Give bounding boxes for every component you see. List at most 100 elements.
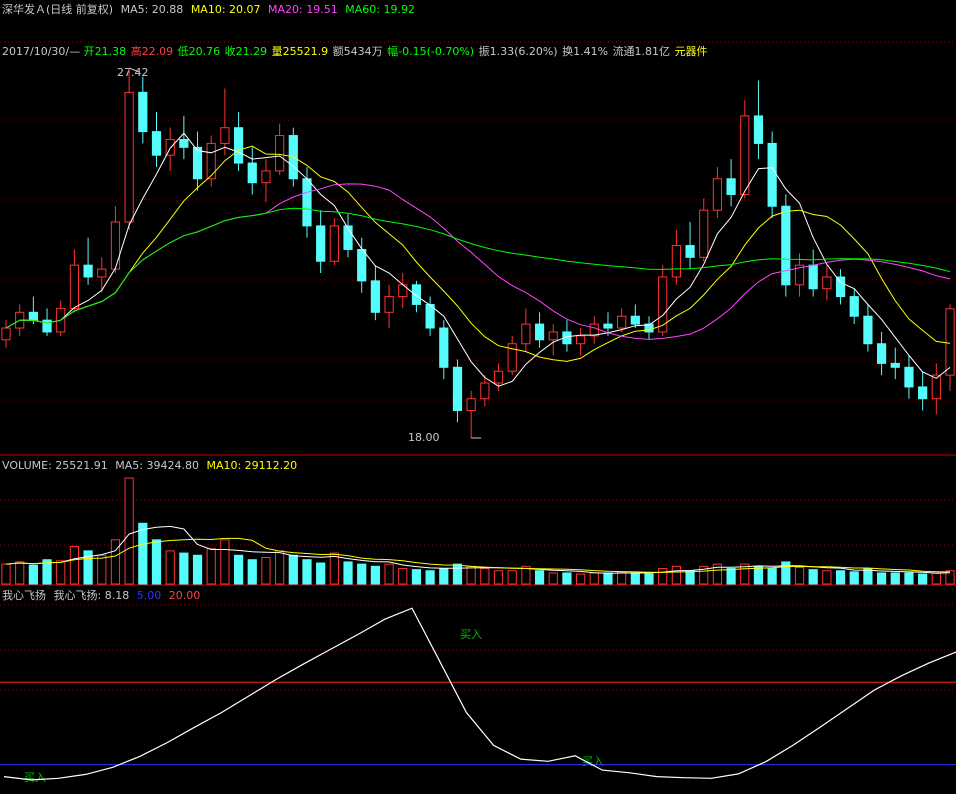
- candle-body: [452, 366, 463, 412]
- volume-bar: [343, 561, 353, 585]
- volume-bar: [357, 563, 367, 585]
- volume-bar: [603, 572, 613, 585]
- volume-bar: [220, 539, 230, 585]
- candle-body: [1, 327, 11, 341]
- volume-bar: [794, 566, 805, 585]
- volume-bar: [192, 554, 203, 585]
- candle-body: [945, 308, 955, 376]
- volume-bar: [753, 565, 764, 585]
- candle-body: [808, 264, 818, 290]
- volume-bar: [562, 572, 572, 585]
- ma10-line: [5, 145, 951, 362]
- candle-body: [97, 268, 107, 278]
- volume-bar: [206, 548, 216, 585]
- volume-bar: [726, 568, 736, 585]
- candle-body: [151, 131, 162, 156]
- candle-body: [548, 331, 558, 341]
- volume-bar: [671, 565, 681, 585]
- volume-bar: [835, 570, 846, 585]
- candle-body: [671, 245, 681, 278]
- volume-bar: [302, 559, 312, 585]
- candle-body: [343, 225, 353, 250]
- volume-bar: [97, 554, 107, 585]
- candle-body: [576, 335, 586, 345]
- candle-body: [890, 362, 900, 368]
- volume-bar: [1, 563, 11, 585]
- volume-bar: [316, 562, 326, 585]
- candle-body: [480, 382, 490, 400]
- volume-bar: [370, 565, 380, 585]
- volume-bar: [918, 573, 928, 585]
- candle-body: [28, 311, 38, 321]
- volume-bar: [425, 570, 435, 585]
- volume-bar: [15, 561, 25, 585]
- volume-bar: [480, 568, 490, 585]
- volume-bar: [124, 477, 134, 585]
- volume-bar: [876, 572, 887, 585]
- candle-body: [849, 296, 859, 317]
- candle-body: [466, 398, 476, 412]
- candle-body: [220, 127, 230, 144]
- candle-body: [370, 280, 380, 313]
- volume-bar: [165, 550, 175, 585]
- volume-bar: [630, 572, 640, 585]
- candle-body: [904, 366, 914, 388]
- volume-bar: [261, 557, 271, 585]
- volume-bar: [288, 554, 298, 585]
- volume-bar: [849, 571, 859, 585]
- candle-body: [357, 248, 367, 282]
- volume-bar: [685, 570, 695, 585]
- candle-body: [918, 386, 928, 400]
- volume-bar: [617, 571, 627, 585]
- candle-body: [603, 323, 613, 329]
- volume-bar: [138, 522, 148, 585]
- candle-body: [192, 146, 203, 180]
- volume-bar: [247, 559, 257, 585]
- volume-bar: [808, 569, 818, 585]
- candle-body: [699, 209, 709, 258]
- candle-body: [233, 127, 244, 164]
- candle-body: [740, 115, 750, 195]
- candle-body: [179, 138, 189, 148]
- candle-body: [712, 178, 723, 211]
- max-marker: [128, 67, 140, 73]
- volume-bar: [507, 570, 517, 585]
- candle-body: [521, 323, 531, 345]
- volume-bar: [931, 572, 941, 585]
- candle-body: [42, 319, 52, 333]
- candle-body: [726, 178, 736, 195]
- volume-bar: [151, 539, 162, 585]
- volume-bar: [384, 563, 394, 585]
- volume-bar: [534, 570, 545, 585]
- volume-bar: [466, 565, 476, 585]
- volume-bar: [822, 570, 832, 585]
- volume-bar: [439, 568, 449, 585]
- volume-bar: [767, 568, 777, 585]
- candle-body: [685, 245, 695, 258]
- candle-body: [124, 91, 134, 223]
- candle-body: [781, 205, 791, 286]
- volume-bar: [904, 572, 914, 585]
- candle-body: [822, 276, 832, 290]
- candle-body: [876, 343, 887, 364]
- candle-body: [384, 296, 394, 313]
- candle-body: [863, 315, 873, 345]
- volume-bar: [179, 552, 189, 585]
- candle-body: [534, 323, 545, 341]
- candle-body: [69, 264, 80, 309]
- candle-body: [753, 115, 764, 144]
- volume-bar: [275, 550, 285, 585]
- volume-bar: [452, 563, 463, 585]
- candle-body: [617, 315, 627, 329]
- volume-bar: [644, 573, 654, 585]
- candle-body: [767, 142, 777, 207]
- volume-bar: [398, 568, 408, 585]
- candle-body: [329, 225, 339, 262]
- candle-body: [493, 370, 504, 384]
- candle-body: [316, 225, 326, 262]
- volume-bar: [56, 560, 66, 585]
- candle-body: [835, 276, 846, 298]
- candle-body: [411, 284, 422, 305]
- candle-body: [83, 264, 93, 278]
- stock-chart: [0, 41, 956, 781]
